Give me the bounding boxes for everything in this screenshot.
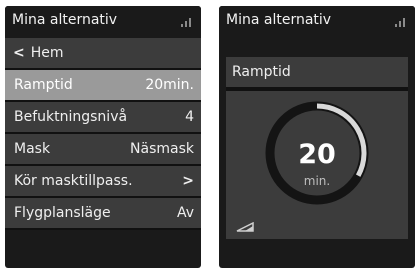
gauge-value: 20 bbox=[298, 139, 336, 170]
ramptid-screen: Mina alternativ Ramptid 20 min. bbox=[219, 6, 415, 268]
menu-item-kor-masktillpass[interactable]: Kör masktillpass. > bbox=[5, 166, 201, 198]
menu-item-label: Flygplansläge bbox=[14, 205, 111, 221]
options-menu: < Hem Ramptid 20min. Befuktningsnivå 4 Ma… bbox=[5, 38, 201, 230]
signal-icon bbox=[395, 18, 405, 27]
menu-item-label: Ramptid bbox=[14, 77, 73, 93]
menu-item-flygplanslage[interactable]: Flygplansläge Av bbox=[5, 198, 201, 230]
ramp-icon bbox=[236, 222, 254, 232]
menu-item-label: Kör masktillpass. bbox=[14, 173, 133, 189]
menu-item-value: 20min. bbox=[145, 77, 194, 93]
panel-header: Ramptid bbox=[226, 57, 408, 89]
options-screen: Mina alternativ < Hem Ramptid 20min. Befu… bbox=[5, 6, 201, 268]
screen-title: Mina alternativ bbox=[226, 12, 332, 28]
status-bar: Mina alternativ bbox=[5, 6, 201, 34]
screen-title: Mina alternativ bbox=[12, 12, 118, 28]
menu-item-ramptid[interactable]: Ramptid 20min. bbox=[5, 70, 201, 102]
panel-title: Ramptid bbox=[232, 64, 291, 80]
chevron-left-icon: < bbox=[13, 45, 25, 61]
menu-item-value: Näsmask bbox=[130, 141, 194, 157]
back-home-button[interactable]: < Hem bbox=[5, 38, 201, 70]
menu-item-value: 4 bbox=[185, 109, 194, 125]
menu-item-value: Av bbox=[176, 205, 194, 221]
status-bar: Mina alternativ bbox=[219, 6, 415, 34]
gauge-unit: min. bbox=[303, 174, 331, 188]
chevron-right-icon: > bbox=[182, 173, 194, 189]
menu-item-mask[interactable]: Mask Näsmask bbox=[5, 134, 201, 166]
menu-item-label: Mask bbox=[14, 141, 51, 157]
menu-item-label: Befuktningsnivå bbox=[14, 109, 128, 125]
ramp-gauge-panel[interactable]: 20 min. bbox=[226, 89, 408, 239]
menu-item-befuktningsniva[interactable]: Befuktningsnivå 4 bbox=[5, 102, 201, 134]
signal-icon bbox=[181, 18, 191, 27]
back-label: Hem bbox=[30, 45, 64, 61]
